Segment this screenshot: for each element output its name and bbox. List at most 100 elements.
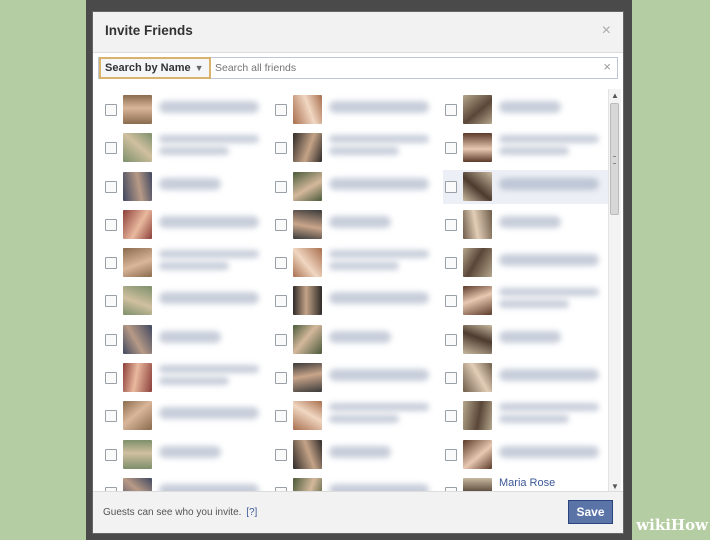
friend-item[interactable]: [273, 208, 439, 242]
friends-row: [103, 169, 609, 208]
scroll-up-icon[interactable]: ▲: [611, 91, 619, 100]
friend-avatar: [123, 401, 152, 431]
friend-checkbox[interactable]: [275, 372, 287, 385]
friend-checkbox[interactable]: [275, 410, 287, 423]
friends-row: [103, 399, 608, 437]
friend-checkbox[interactable]: [105, 257, 117, 270]
friend-avatar: [463, 248, 492, 278]
friend-item[interactable]: [273, 438, 439, 472]
caret-down-icon: ▼: [194, 63, 204, 73]
dialog-title: Invite Friends: [105, 23, 193, 38]
friend-avatar: [463, 439, 492, 469]
friends-row: [103, 131, 608, 169]
friend-checkbox[interactable]: [105, 333, 117, 346]
friend-item[interactable]: [443, 208, 609, 242]
friends-row: [103, 284, 608, 322]
friend-avatar: [123, 363, 152, 393]
friend-checkbox[interactable]: [105, 448, 117, 461]
friend-avatar: [123, 286, 152, 316]
scroll-thumb[interactable]: [610, 103, 619, 215]
friend-item[interactable]: [443, 438, 609, 472]
friends-list: Maria Rose: [93, 87, 623, 493]
friend-item[interactable]: [273, 323, 439, 357]
friend-item[interactable]: [103, 131, 269, 165]
search-by-name-dropdown[interactable]: Search by Name ▼: [99, 57, 211, 79]
friend-item[interactable]: [273, 284, 439, 318]
friend-item[interactable]: [443, 93, 609, 127]
friend-item[interactable]: [103, 170, 269, 204]
friend-checkbox[interactable]: [445, 218, 457, 231]
friend-name: Maria Rose: [499, 476, 556, 489]
friend-checkbox[interactable]: [445, 372, 457, 385]
friend-item[interactable]: [273, 131, 439, 165]
friend-checkbox[interactable]: [275, 333, 287, 346]
friend-avatar: [463, 95, 492, 124]
friend-checkbox[interactable]: [275, 218, 287, 231]
friend-avatar: [293, 248, 322, 278]
friend-checkbox[interactable]: [275, 142, 287, 155]
friend-item[interactable]: [443, 323, 609, 357]
friend-item[interactable]: [103, 361, 269, 395]
friend-item[interactable]: [273, 246, 439, 280]
friends-row: [103, 208, 608, 246]
friend-checkbox[interactable]: [105, 142, 117, 155]
friend-checkbox[interactable]: [105, 218, 117, 231]
friend-name-blurred: [329, 101, 429, 113]
friend-checkbox[interactable]: [275, 448, 287, 461]
search-input[interactable]: [215, 60, 595, 76]
help-link[interactable]: [?]: [246, 507, 257, 518]
invite-friends-dialog: Invite Friends × Search by Name▼ × Maria…: [92, 11, 624, 534]
friend-checkbox[interactable]: [105, 295, 117, 308]
friend-item[interactable]: [103, 246, 269, 280]
clear-icon[interactable]: ×: [603, 59, 611, 74]
friend-checkbox[interactable]: [105, 410, 117, 423]
friends-row: [103, 438, 608, 476]
friend-item[interactable]: [443, 131, 609, 165]
friend-avatar: [293, 439, 322, 469]
friend-item[interactable]: [103, 438, 269, 472]
friend-checkbox[interactable]: [105, 104, 117, 116]
friend-name-blurred: [499, 288, 599, 309]
friends-grid: Maria Rose: [103, 93, 609, 493]
friend-checkbox[interactable]: [445, 142, 457, 155]
friend-checkbox[interactable]: [445, 295, 457, 308]
friend-item[interactable]: [103, 284, 269, 318]
close-icon[interactable]: ×: [602, 22, 611, 40]
friend-avatar: [463, 324, 492, 354]
friend-checkbox[interactable]: [275, 104, 287, 116]
friend-checkbox[interactable]: [105, 372, 117, 385]
friend-item[interactable]: [103, 93, 269, 127]
scrollbar[interactable]: ▲ ▼: [608, 89, 621, 493]
friend-checkbox[interactable]: [445, 333, 457, 346]
friend-item[interactable]: [443, 361, 609, 395]
friend-item[interactable]: [273, 93, 439, 127]
friend-checkbox[interactable]: [275, 295, 287, 308]
friends-row: [103, 93, 608, 131]
scroll-down-icon[interactable]: ▼: [611, 482, 619, 491]
friend-avatar: [293, 209, 322, 239]
friend-checkbox[interactable]: [445, 180, 457, 193]
friend-name-blurred: [499, 135, 599, 156]
friend-checkbox[interactable]: [275, 257, 287, 270]
friend-item[interactable]: [273, 361, 439, 395]
friend-item[interactable]: [103, 323, 269, 357]
friend-checkbox[interactable]: [445, 410, 457, 423]
friend-item[interactable]: [103, 208, 269, 242]
friend-checkbox[interactable]: [445, 448, 457, 461]
friend-avatar: [123, 171, 152, 201]
friend-item[interactable]: [443, 246, 609, 280]
friend-checkbox[interactable]: [105, 180, 117, 193]
friend-item[interactable]: [443, 169, 609, 204]
friend-item[interactable]: [443, 284, 609, 318]
friend-item[interactable]: [443, 399, 609, 433]
friend-checkbox[interactable]: [445, 257, 457, 270]
save-button[interactable]: Save: [568, 500, 613, 524]
friend-avatar: [123, 95, 152, 124]
friend-checkbox[interactable]: [445, 104, 457, 116]
search-bar: Search by Name▼ ×: [98, 57, 618, 79]
friend-item[interactable]: [273, 170, 439, 204]
friend-item[interactable]: [103, 399, 269, 433]
friend-item[interactable]: [273, 399, 439, 433]
friend-checkbox[interactable]: [275, 180, 287, 193]
friend-avatar: [123, 209, 152, 239]
